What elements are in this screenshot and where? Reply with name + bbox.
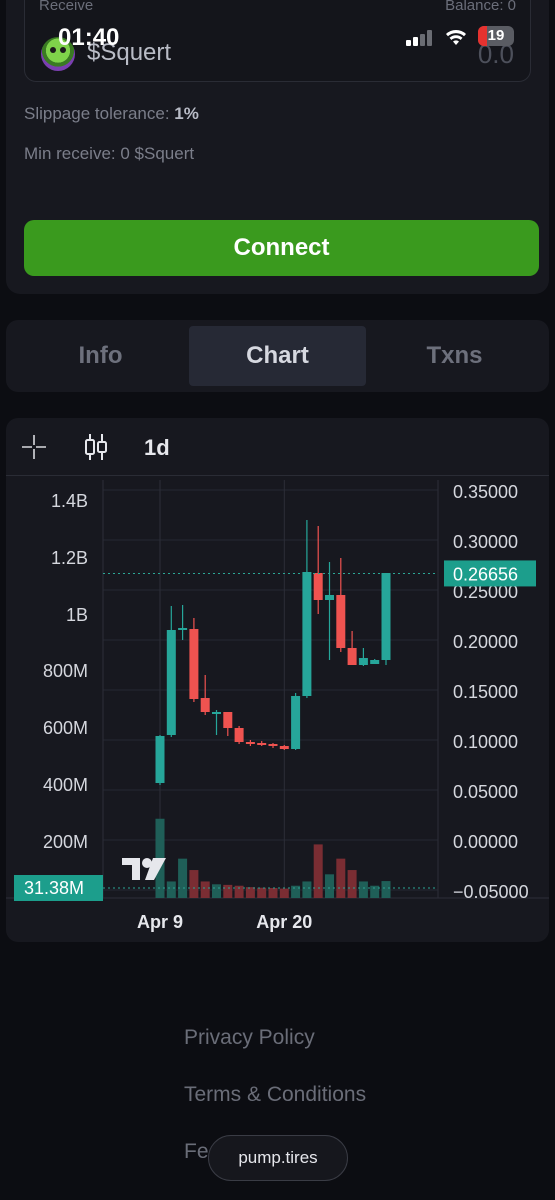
candle-body	[189, 629, 199, 699]
volume-bar	[358, 881, 368, 898]
price-axis-label: 0.30000	[453, 532, 518, 552]
candle-body	[313, 573, 323, 600]
volume-bar	[325, 874, 334, 898]
volume-bar	[347, 870, 357, 898]
volume-bar	[178, 858, 188, 898]
candle-body	[325, 595, 334, 600]
candle-body	[336, 595, 346, 648]
volume-bar	[336, 858, 346, 898]
tab-txns[interactable]: Txns	[366, 326, 543, 386]
volume-axis-label: 1.4B	[51, 491, 88, 511]
min-receive: Min receive: 0 $Squert	[24, 144, 195, 163]
price-chart[interactable]: 0.350000.300000.250000.200000.150000.100…	[6, 418, 549, 942]
candle-body	[381, 573, 391, 660]
slippage-label: Slippage tolerance:	[24, 104, 170, 123]
price-axis-label: 0.10000	[453, 732, 518, 752]
price-axis-label: 0.05000	[453, 782, 518, 802]
candle-body	[268, 744, 278, 746]
price-axis-label: 0.00000	[453, 832, 518, 852]
candle-body	[279, 746, 289, 749]
candle-body	[257, 743, 267, 745]
volume-bar	[302, 881, 312, 898]
candle-body	[347, 648, 357, 665]
domain-pill[interactable]: pump.tires	[208, 1135, 348, 1181]
volume-bar	[189, 870, 199, 898]
battery-icon: 19	[478, 26, 514, 46]
connect-button[interactable]: Connect	[24, 220, 539, 276]
volume-bar	[279, 888, 289, 898]
candle-body	[200, 698, 210, 712]
volume-bar	[268, 888, 278, 898]
wifi-icon	[446, 30, 466, 45]
last-volume-label: 31.38M	[24, 878, 84, 898]
volume-axis-label: 800M	[43, 661, 88, 681]
battery-level: 19	[487, 27, 505, 44]
receive-label: Receive	[39, 0, 94, 14]
candle-body	[302, 572, 312, 696]
last-price-label: 0.26656	[453, 564, 518, 584]
volume-axis-label: 600M	[43, 718, 88, 738]
volume-axis-label: 200M	[43, 832, 88, 852]
x-axis-tick-label: Apr 20	[256, 912, 312, 932]
volume-bar	[257, 887, 267, 898]
price-axis-label: 0.20000	[453, 632, 518, 652]
tradingview-logo	[122, 858, 166, 880]
candle-body	[234, 728, 244, 742]
price-axis-label: 0.35000	[453, 482, 518, 502]
x-axis-tick-label: Apr 9	[137, 912, 183, 932]
volume-bar	[245, 887, 255, 898]
tab-info[interactable]: Info	[12, 326, 189, 386]
candle-body	[358, 658, 368, 665]
candle-body	[223, 712, 233, 728]
volume-bar	[200, 881, 210, 898]
slippage-value: 1%	[174, 104, 199, 123]
candle-body	[291, 696, 301, 749]
volume-axis-label: 1.2B	[51, 548, 88, 568]
tab-bar: Info Chart Txns	[6, 320, 549, 392]
volume-bar	[381, 881, 391, 898]
volume-bar	[223, 884, 233, 898]
tab-chart[interactable]: Chart	[189, 326, 366, 386]
candle-body	[178, 628, 188, 630]
volume-bar	[166, 881, 176, 898]
chart-card: 1d 0.35000 0.30000 0.25000 0.20000 0.15000 0.…	[6, 418, 549, 942]
volume-axis-label: 400M	[43, 775, 88, 795]
terms-link[interactable]: Terms & Conditions	[184, 1083, 366, 1107]
status-time: 01:40	[58, 24, 120, 51]
candle-body	[155, 736, 165, 783]
volume-bar	[212, 884, 221, 898]
cellular-signal-icon	[406, 30, 434, 46]
candle-body	[370, 660, 380, 664]
price-axis-label: −0.05000	[453, 882, 529, 902]
candle-body	[245, 742, 255, 744]
volume-axis-label: 1B	[66, 605, 88, 625]
volume-bar	[313, 844, 323, 898]
price-axis-label: 0.15000	[453, 682, 518, 702]
candle-body	[166, 630, 176, 735]
slippage-tolerance: Slippage tolerance: 1%	[24, 104, 199, 124]
candle-body	[212, 712, 221, 714]
balance-label: Balance: 0	[445, 0, 516, 14]
privacy-policy-link[interactable]: Privacy Policy	[184, 1026, 315, 1050]
